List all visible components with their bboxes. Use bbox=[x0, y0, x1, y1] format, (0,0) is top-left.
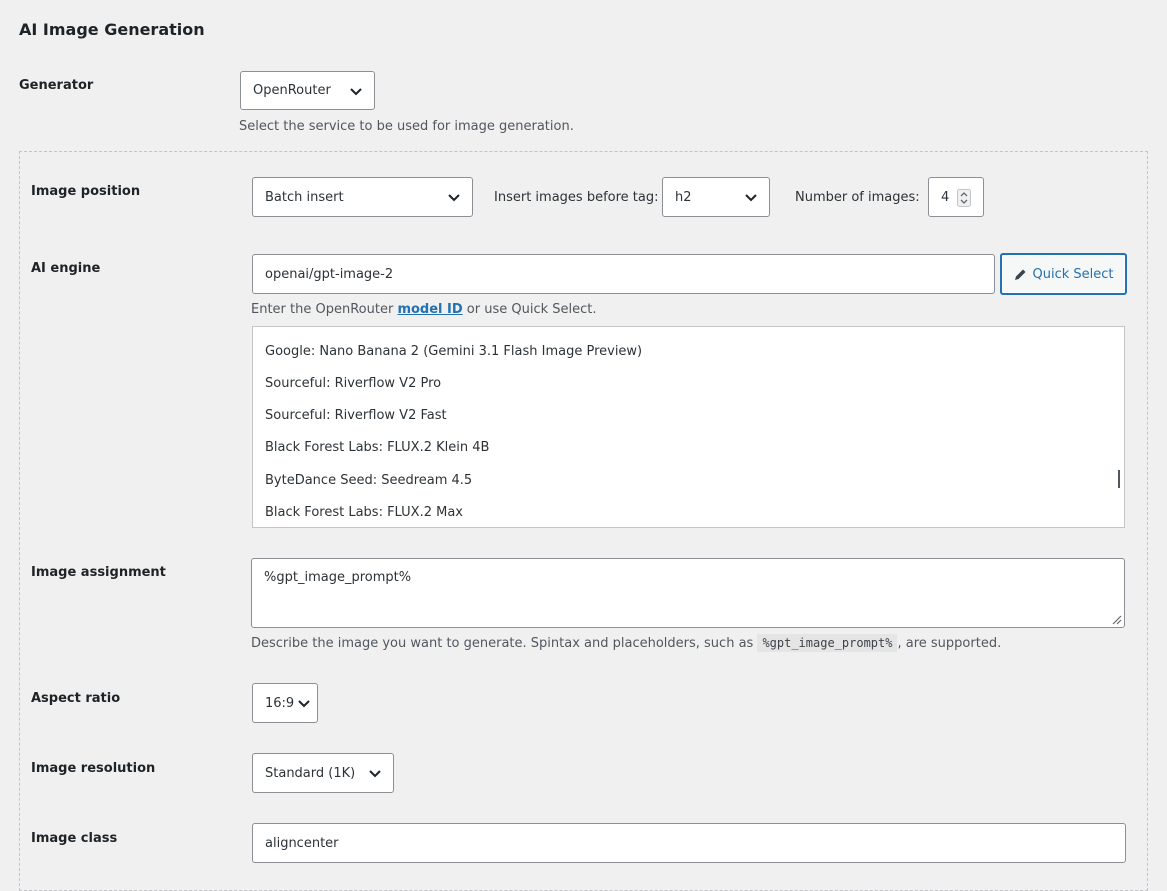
quick-select-label: Quick Select bbox=[1032, 266, 1114, 282]
image-class-label: Image class bbox=[31, 831, 118, 846]
image-class-input-value: aligncenter bbox=[265, 835, 339, 851]
spinner-arrows-icon[interactable] bbox=[957, 189, 971, 207]
aspect-ratio-select[interactable]: 16:9 bbox=[252, 683, 318, 723]
image-assignment-value: %gpt_image_prompt% bbox=[264, 570, 412, 585]
insert-before-tag-select-value: h2 bbox=[675, 189, 692, 205]
model-listbox[interactable]: Google: Nano Banana 2 (Gemini 3.1 Flash … bbox=[252, 326, 1125, 528]
image-resolution-select[interactable]: Standard (1K) bbox=[252, 753, 394, 793]
image-position-select-value: Batch insert bbox=[265, 189, 344, 205]
chevron-down-icon bbox=[350, 87, 362, 95]
image-assignment-textarea[interactable]: %gpt_image_prompt% bbox=[251, 558, 1125, 628]
image-resolution-select-value: Standard (1K) bbox=[265, 765, 356, 781]
section-title: AI Image Generation bbox=[19, 20, 205, 39]
list-item[interactable]: ByteDance Seed: Seedream 4.5 bbox=[265, 473, 472, 488]
generator-label: Generator bbox=[19, 78, 94, 93]
number-of-images-input[interactable]: 4 bbox=[928, 177, 984, 217]
model-id-link[interactable]: model ID bbox=[397, 302, 462, 317]
image-class-input[interactable]: aligncenter bbox=[252, 823, 1126, 863]
generator-select-value: OpenRouter bbox=[253, 83, 331, 98]
chevron-down-icon bbox=[369, 770, 381, 778]
chevron-down-icon bbox=[298, 700, 310, 708]
generator-select[interactable]: OpenRouter bbox=[240, 71, 375, 110]
list-item[interactable]: Black Forest Labs: FLUX.2 Max bbox=[265, 505, 463, 520]
resize-handle-icon[interactable] bbox=[1110, 613, 1122, 625]
insert-before-tag-select[interactable]: h2 bbox=[662, 177, 770, 217]
image-position-label: Image position bbox=[31, 184, 141, 199]
list-item[interactable]: Black Forest Labs: FLUX.2 Klein 4B bbox=[265, 440, 489, 455]
pencil-icon bbox=[1014, 269, 1025, 280]
chevron-down-icon bbox=[448, 194, 460, 202]
image-assignment-desc-before: Describe the image you want to generate.… bbox=[251, 636, 758, 651]
list-item[interactable]: Sourceful: Riverflow V2 Fast bbox=[265, 408, 447, 423]
image-position-select[interactable]: Batch insert bbox=[252, 177, 473, 217]
number-of-images-value: 4 bbox=[941, 189, 950, 205]
ai-engine-input-value: openai/gpt-image-2 bbox=[265, 266, 394, 282]
placeholder-code: %gpt_image_prompt% bbox=[757, 634, 898, 652]
quick-select-button[interactable]: Quick Select bbox=[1000, 253, 1127, 295]
image-resolution-label: Image resolution bbox=[31, 761, 156, 776]
ai-engine-input[interactable]: openai/gpt-image-2 bbox=[252, 254, 995, 294]
image-assignment-description: Describe the image you want to generate.… bbox=[251, 634, 1002, 652]
ai-engine-description: Enter the OpenRouter model ID or use Qui… bbox=[251, 302, 597, 317]
chevron-down-icon bbox=[745, 194, 757, 202]
ai-engine-label: AI engine bbox=[31, 261, 101, 276]
aspect-ratio-label: Aspect ratio bbox=[31, 691, 121, 706]
list-item[interactable]: Sourceful: Riverflow V2 Pro bbox=[265, 376, 441, 391]
aspect-ratio-select-value: 16:9 bbox=[265, 695, 295, 711]
image-assignment-label: Image assignment bbox=[31, 565, 166, 580]
ai-engine-desc-before: Enter the OpenRouter bbox=[251, 302, 398, 317]
ai-engine-desc-after: or use Quick Select. bbox=[462, 302, 597, 317]
number-of-images-label: Number of images: bbox=[795, 190, 920, 205]
insert-before-tag-label: Insert images before tag: bbox=[494, 190, 659, 205]
listbox-scrollbar[interactable] bbox=[1118, 470, 1120, 488]
generator-description: Select the service to be used for image … bbox=[239, 119, 574, 134]
list-item[interactable]: Google: Nano Banana 2 (Gemini 3.1 Flash … bbox=[265, 344, 642, 359]
image-assignment-desc-after: , are supported. bbox=[897, 636, 1002, 651]
